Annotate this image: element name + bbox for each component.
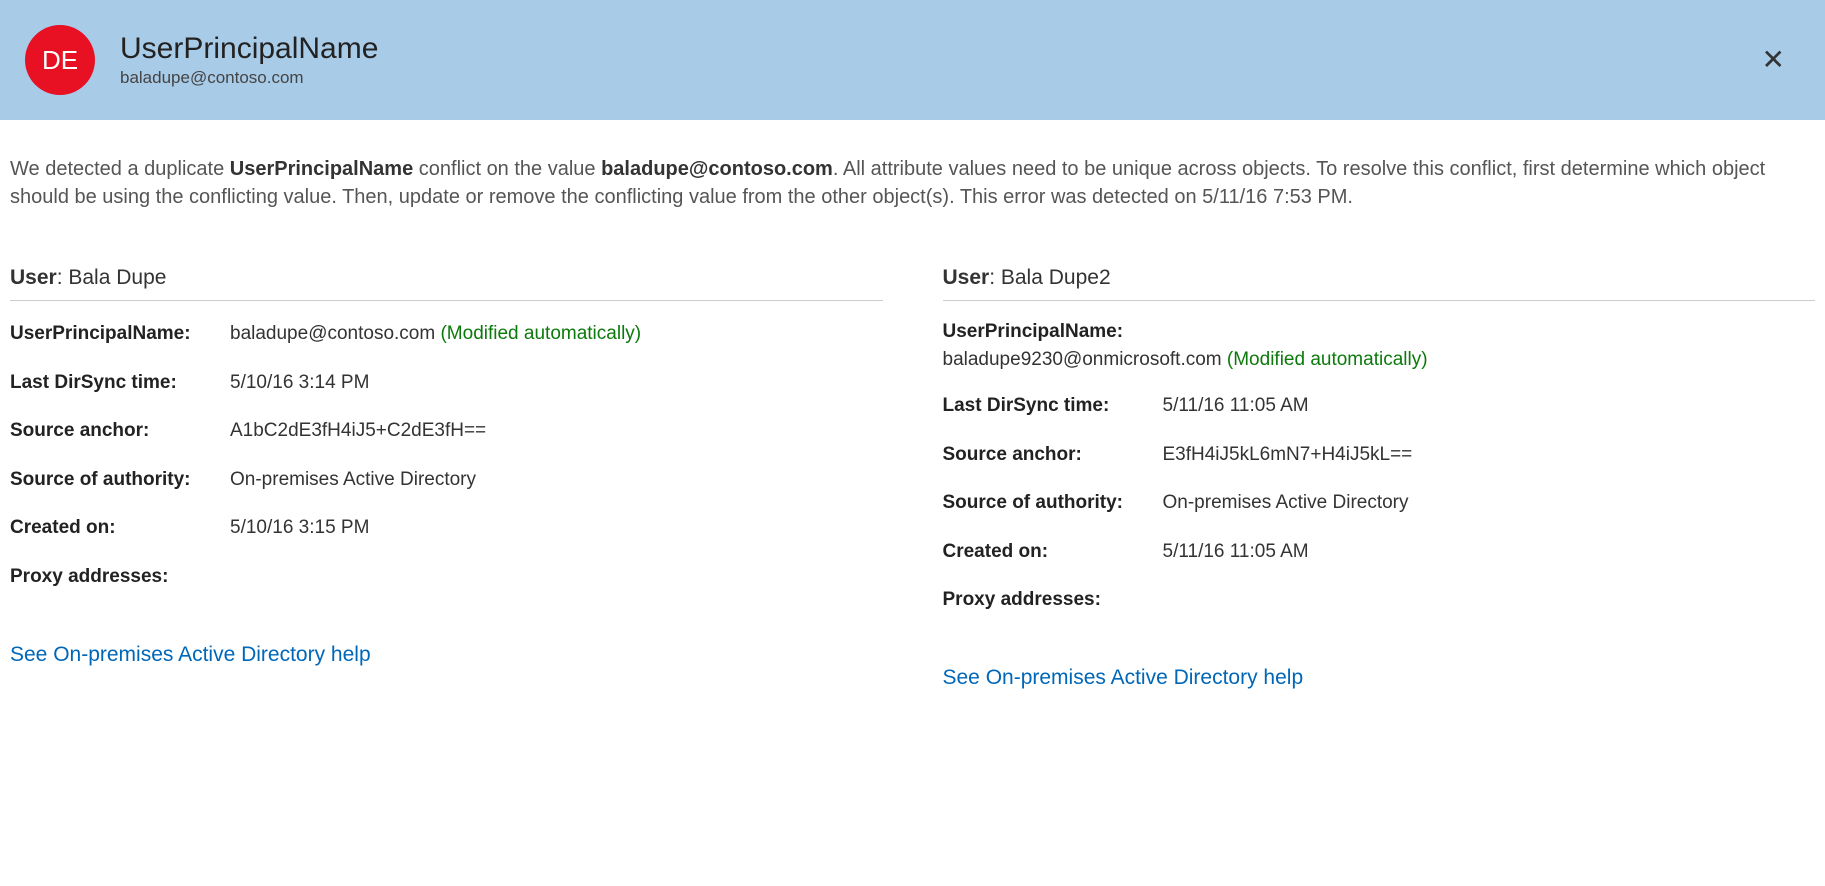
dialog-header: DE UserPrincipalName baladupe@contoso.co…	[0, 0, 1825, 120]
attr-value: 5/11/16 11:05 AM	[1163, 393, 1816, 420]
attr-label: Source of authority:	[10, 467, 230, 494]
close-icon: ✕	[1762, 44, 1785, 75]
attr-upn: UserPrincipalName: baladupe@contoso.com …	[10, 321, 883, 348]
header-text: UserPrincipalName baladupe@contoso.com	[120, 32, 378, 88]
user-columns: User: Bala Dupe UserPrincipalName: balad…	[10, 266, 1815, 690]
user-label: User	[10, 266, 57, 289]
attr-label: Last DirSync time:	[10, 370, 230, 397]
dialog-content: We detected a duplicate UserPrincipalNam…	[0, 120, 1825, 730]
attr-value	[230, 564, 883, 591]
header-subtitle: baladupe@contoso.com	[120, 68, 378, 88]
attr-value: On-premises Active Directory	[230, 467, 883, 494]
help-link[interactable]: See On-premises Active Directory help	[10, 643, 371, 667]
attr-proxy-addresses: Proxy addresses:	[943, 587, 1816, 614]
desc-value: baladupe@contoso.com	[601, 158, 833, 180]
desc-text: We detected a duplicate	[10, 158, 230, 180]
attr-label: Proxy addresses:	[10, 564, 230, 591]
attr-last-dirsync: Last DirSync time: 5/10/16 3:14 PM	[10, 370, 883, 397]
upn-value: baladupe9230@onmicrosoft.com	[943, 349, 1222, 370]
avatar: DE	[25, 25, 95, 95]
attr-value: 5/10/16 3:14 PM	[230, 370, 883, 397]
attr-created-on: Created on: 5/11/16 11:05 AM	[943, 539, 1816, 566]
user-panel-left: User: Bala Dupe UserPrincipalName: balad…	[10, 266, 883, 690]
modified-badge: (Modified automatically)	[440, 323, 641, 344]
desc-attr: UserPrincipalName	[230, 158, 413, 180]
attr-value: baladupe@contoso.com (Modified automatic…	[230, 321, 883, 348]
attr-source-anchor: Source anchor: E3fH4iJ5kL6mN7+H4iJ5kL==	[943, 442, 1816, 469]
user-title: User: Bala Dupe2	[943, 266, 1816, 301]
attr-source-authority: Source of authority: On-premises Active …	[943, 490, 1816, 517]
attr-value: E3fH4iJ5kL6mN7+H4iJ5kL==	[1163, 442, 1816, 469]
close-button[interactable]: ✕	[1762, 46, 1785, 74]
modified-badge: (Modified automatically)	[1227, 349, 1428, 370]
attr-value	[1163, 587, 1816, 614]
header-title: UserPrincipalName	[120, 32, 378, 66]
attr-source-authority: Source of authority: On-premises Active …	[10, 467, 883, 494]
user-name: Bala Dupe	[68, 266, 166, 289]
attr-value: 5/10/16 3:15 PM	[230, 515, 883, 542]
help-link[interactable]: See On-premises Active Directory help	[943, 666, 1304, 690]
user-name: Bala Dupe2	[1001, 266, 1111, 289]
attr-label: Last DirSync time:	[943, 393, 1163, 420]
desc-text: conflict on the value	[413, 158, 601, 180]
user-title: User: Bala Dupe	[10, 266, 883, 301]
attr-label: Source of authority:	[943, 490, 1163, 517]
attr-label: Proxy addresses:	[943, 587, 1163, 614]
attr-label: Created on:	[943, 539, 1163, 566]
attr-upn: UserPrincipalName: baladupe9230@onmicros…	[943, 321, 1816, 371]
attr-label: UserPrincipalName:	[10, 321, 230, 348]
attr-label: Created on:	[10, 515, 230, 542]
conflict-description: We detected a duplicate UserPrincipalNam…	[10, 155, 1815, 211]
attr-value: A1bC2dE3fH4iJ5+C2dE3fH==	[230, 418, 883, 445]
attr-source-anchor: Source anchor: A1bC2dE3fH4iJ5+C2dE3fH==	[10, 418, 883, 445]
attr-proxy-addresses: Proxy addresses:	[10, 564, 883, 591]
attr-label: UserPrincipalName:	[943, 321, 1163, 343]
attr-value: 5/11/16 11:05 AM	[1163, 539, 1816, 566]
attr-created-on: Created on: 5/10/16 3:15 PM	[10, 515, 883, 542]
attr-last-dirsync: Last DirSync time: 5/11/16 11:05 AM	[943, 393, 1816, 420]
user-label: User	[943, 266, 990, 289]
attr-label: Source anchor:	[943, 442, 1163, 469]
user-panel-right: User: Bala Dupe2 UserPrincipalName: bala…	[943, 266, 1816, 690]
upn-value: baladupe@contoso.com	[230, 323, 435, 344]
attr-label: Source anchor:	[10, 418, 230, 445]
attr-value: On-premises Active Directory	[1163, 490, 1816, 517]
